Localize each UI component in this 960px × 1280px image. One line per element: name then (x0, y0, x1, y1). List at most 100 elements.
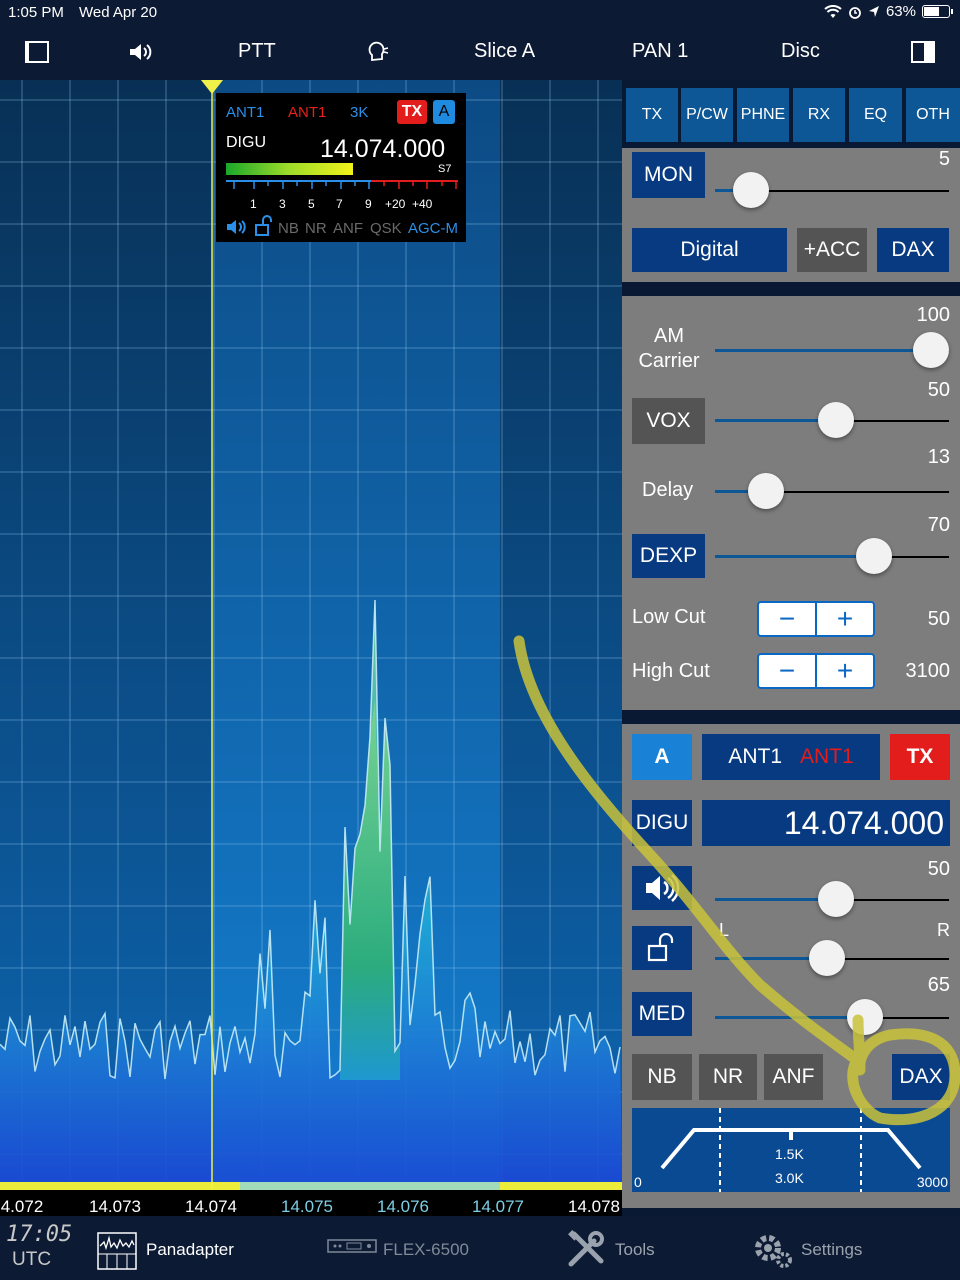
nb-button[interactable]: NB (632, 1054, 692, 1100)
radio-icon[interactable] (327, 1239, 377, 1253)
volume-slider[interactable] (715, 881, 949, 917)
flag-nr[interactable]: NR (305, 220, 327, 237)
voice-icon[interactable] (366, 40, 390, 64)
digital-button[interactable]: Digital (632, 228, 787, 272)
tab-tx[interactable]: TX (626, 88, 678, 142)
slice-menu[interactable]: Slice A (474, 40, 535, 63)
flag-mode[interactable]: DIGU (226, 134, 266, 152)
frequency-axis: 4.072 14.073 14.074 14.075 14.076 14.077… (0, 1190, 622, 1216)
status-bar: 1:05 PM Wed Apr 20 63% (0, 0, 960, 26)
tab-settings[interactable]: Settings (801, 1240, 862, 1260)
status-right: 63% (824, 3, 953, 20)
low-cut-stepper[interactable]: − + (757, 601, 875, 637)
slider-knob[interactable] (846, 999, 883, 1035)
lock-button[interactable] (632, 926, 692, 970)
speaker-icon (646, 874, 680, 902)
battery-icon (922, 5, 953, 18)
flag-agc[interactable]: AGC-M (408, 220, 458, 237)
panel-tabs: TX P/CW PHNE RX EQ OTH (622, 88, 960, 142)
slice-frequency-display[interactable]: 14.074.000 (702, 800, 950, 846)
agc-slider[interactable] (715, 999, 949, 1035)
flag-tx-badge[interactable]: TX (397, 100, 427, 124)
slice-flag[interactable]: ANT1 ANT1 3K TX A DIGU 14.074.000 S7 1 3… (216, 93, 466, 242)
am-carrier-slider[interactable] (715, 332, 949, 368)
pan-left-label: L (719, 920, 730, 940)
disconnect-button[interactable]: Disc (781, 40, 820, 63)
dexp-button[interactable]: DEXP (632, 534, 705, 578)
audio-mute-button[interactable] (632, 866, 692, 910)
flag-qsk[interactable]: QSK (370, 220, 402, 237)
slice-antenna-button[interactable]: ANT1 ANT1 (702, 734, 880, 780)
gear-icon[interactable] (752, 1230, 794, 1270)
scale-label: 1 (250, 197, 257, 211)
vox-button[interactable]: VOX (632, 398, 705, 444)
high-cut-stepper[interactable]: − + (757, 653, 875, 689)
slider-knob[interactable] (818, 881, 854, 917)
mon-slider[interactable] (715, 172, 949, 208)
tab-panadapter[interactable]: Panadapter (146, 1240, 234, 1260)
flag-tx-antenna[interactable]: ANT1 (288, 104, 326, 121)
dax-rx-button[interactable]: DAX (892, 1054, 950, 1100)
pan-menu[interactable]: PAN 1 (632, 40, 688, 63)
minus-icon[interactable]: − (759, 603, 817, 635)
flag-slice-letter[interactable]: A (433, 100, 455, 124)
spectrum-svg (0, 80, 622, 1216)
delay-slider[interactable] (715, 473, 949, 509)
panadapter-display[interactable] (0, 80, 622, 1216)
left-sidebar-icon[interactable] (25, 41, 49, 63)
plus-icon[interactable]: + (817, 603, 873, 635)
dexp-slider[interactable] (715, 538, 949, 574)
vox-slider[interactable] (715, 402, 949, 438)
slider-knob[interactable] (913, 332, 949, 368)
flag-nb[interactable]: NB (278, 220, 299, 237)
tab-pcw[interactable]: P/CW (681, 88, 733, 142)
flag-anf[interactable]: ANF (333, 220, 363, 237)
slice-mode-button[interactable]: DIGU (632, 800, 692, 846)
speaker-icon[interactable] (128, 41, 154, 63)
flag-filter-width[interactable]: 3K (350, 104, 368, 121)
flag-speaker-icon[interactable] (226, 218, 248, 236)
slice-tx-button[interactable]: TX (890, 734, 950, 780)
panadapter-icon[interactable] (97, 1232, 137, 1270)
ptt-button[interactable]: PTT (238, 40, 276, 63)
battery-percent: 63% (885, 3, 916, 20)
tab-radio[interactable]: FLEX-6500 (383, 1240, 469, 1260)
control-panel: TX P/CW PHNE RX EQ OTH MON 5 Digital +AC… (622, 80, 960, 1216)
flag-frequency[interactable]: 14.074.000 (320, 135, 445, 164)
tab-phone[interactable]: PHNE (737, 88, 789, 142)
low-cut-label: Low Cut (632, 606, 706, 628)
filter-width-label: 3.0K (775, 1170, 804, 1186)
mon-button[interactable]: MON (632, 152, 705, 198)
status-date: Wed Apr 20 (79, 4, 158, 21)
minus-icon[interactable]: − (759, 655, 817, 687)
tools-icon[interactable] (566, 1229, 606, 1269)
tab-other[interactable]: OTH (906, 88, 960, 142)
slider-knob[interactable] (732, 172, 769, 208)
slider-knob[interactable] (808, 940, 845, 976)
slider-knob[interactable] (818, 402, 854, 438)
nr-button[interactable]: NR (699, 1054, 757, 1100)
flag-rx-antenna[interactable]: ANT1 (226, 104, 264, 121)
s-meter-scale (226, 180, 458, 189)
freq-tick: 14.077 (472, 1197, 524, 1216)
pan-slider[interactable] (715, 940, 949, 976)
acc-button[interactable]: +ACC (797, 228, 867, 272)
tab-eq[interactable]: EQ (849, 88, 902, 142)
scale-label: 9 (365, 197, 372, 211)
dax-tx-button[interactable]: DAX (877, 228, 949, 272)
tab-rx[interactable]: RX (793, 88, 845, 142)
nav-bar: PTT Slice A PAN 1 Disc (0, 26, 960, 80)
slider-knob[interactable] (747, 473, 784, 509)
slice-letter-button[interactable]: A (632, 734, 692, 780)
anf-button[interactable]: ANF (764, 1054, 823, 1100)
filter-center-label: 1.5K (775, 1146, 804, 1162)
flag-unlock-icon[interactable] (254, 215, 274, 237)
filter-shape-display[interactable]: 0 1.5K 3.0K 3000 (632, 1108, 950, 1192)
mon-value: 5 (938, 148, 950, 170)
tab-tools[interactable]: Tools (615, 1240, 655, 1260)
plus-icon[interactable]: + (817, 655, 873, 687)
agc-mode-button[interactable]: MED (632, 992, 692, 1036)
slider-knob[interactable] (856, 538, 892, 574)
scale-label: +40 (412, 197, 433, 211)
right-sidebar-icon[interactable] (911, 41, 935, 63)
